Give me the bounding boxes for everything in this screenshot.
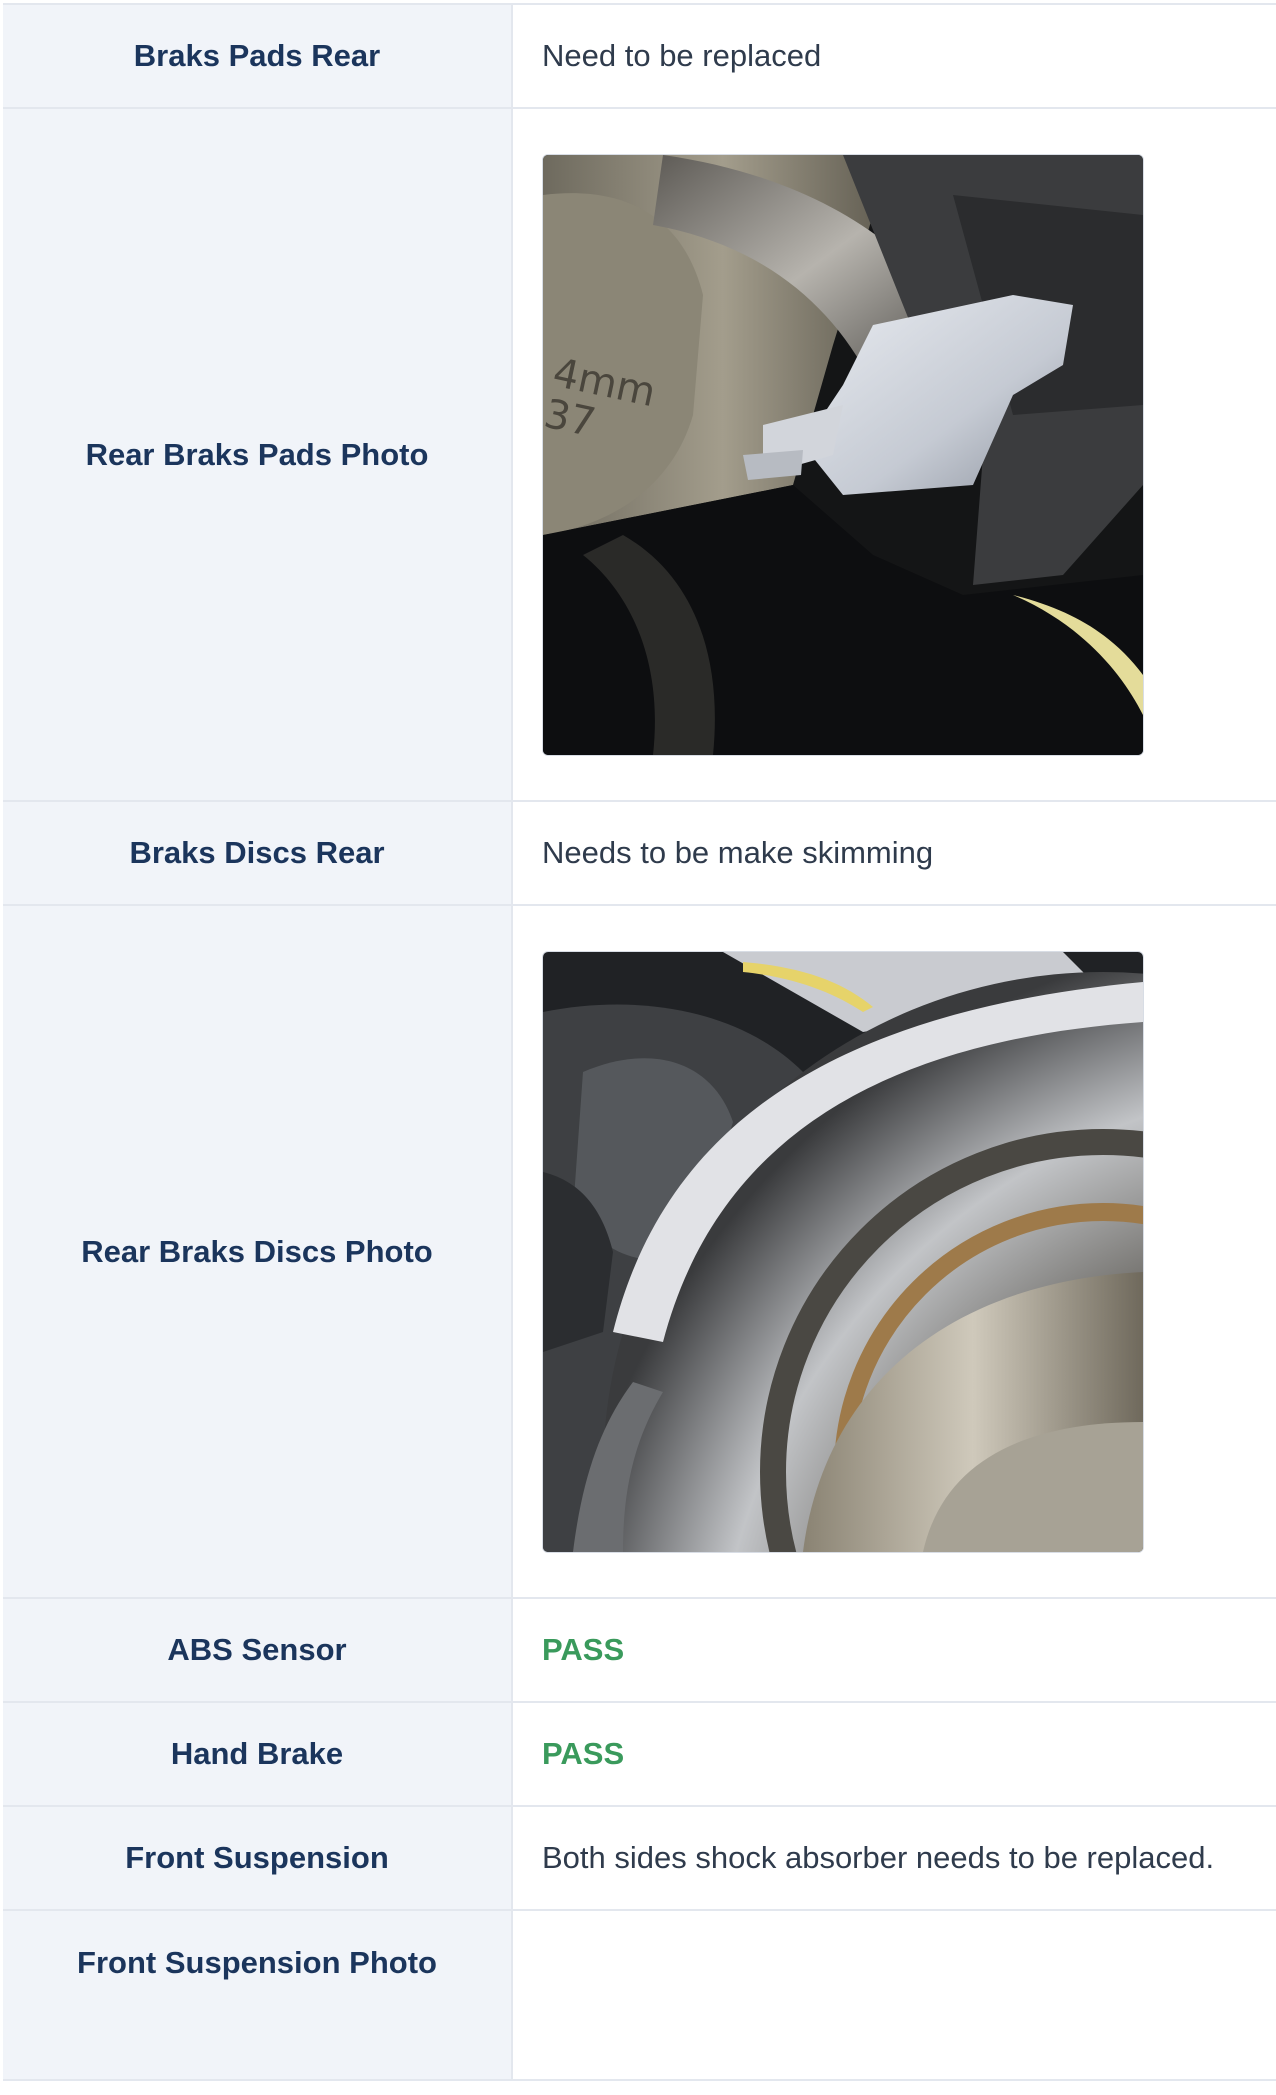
- table-row: Front Suspension Both sides shock absorb…: [3, 1805, 1276, 1911]
- row-value-rear-brake-pads-photo: 4mm 37: [512, 107, 1276, 802]
- row-value-brake-pads-rear: Need to be replaced: [512, 3, 1276, 109]
- row-value-brake-discs-rear: Needs to be make skimming: [512, 800, 1276, 906]
- row-label-rear-brake-pads-photo: Rear Braks Pads Photo: [3, 107, 513, 802]
- row-label-abs-sensor: ABS Sensor: [3, 1597, 513, 1703]
- table-row: Braks Pads Rear Need to be replaced: [3, 3, 1276, 109]
- table-row: Rear Braks Pads Photo 4mm 37: [3, 107, 1276, 802]
- row-label-rear-brake-discs-photo: Rear Braks Discs Photo: [3, 904, 513, 1599]
- inspection-table: Braks Pads Rear Need to be replaced Rear…: [3, 3, 1276, 2081]
- row-label-brake-discs-rear: Braks Discs Rear: [3, 800, 513, 906]
- row-value-rear-brake-discs-photo: [512, 904, 1276, 1599]
- rear-brake-discs-photo[interactable]: [542, 950, 1144, 1553]
- table-row: Braks Discs Rear Needs to be make skimmi…: [3, 800, 1276, 906]
- row-label-front-suspension-photo: Front Suspension Photo: [3, 1909, 513, 2081]
- row-value-front-suspension-photo: [512, 1909, 1276, 2081]
- rear-brake-pads-photo[interactable]: 4mm 37: [542, 153, 1144, 756]
- table-row: Front Suspension Photo: [3, 1909, 1276, 2081]
- status-badge-hand-brake: PASS: [512, 1701, 1276, 1807]
- row-value-front-suspension: Both sides shock absorber needs to be re…: [512, 1805, 1276, 1911]
- table-row: Rear Braks Discs Photo: [3, 904, 1276, 1599]
- row-label-hand-brake: Hand Brake: [3, 1701, 513, 1807]
- table-row: Hand Brake PASS: [3, 1701, 1276, 1807]
- row-label-brake-pads-rear: Braks Pads Rear: [3, 3, 513, 109]
- row-label-front-suspension: Front Suspension: [3, 1805, 513, 1911]
- table-row: ABS Sensor PASS: [3, 1597, 1276, 1703]
- status-badge-abs-sensor: PASS: [512, 1597, 1276, 1703]
